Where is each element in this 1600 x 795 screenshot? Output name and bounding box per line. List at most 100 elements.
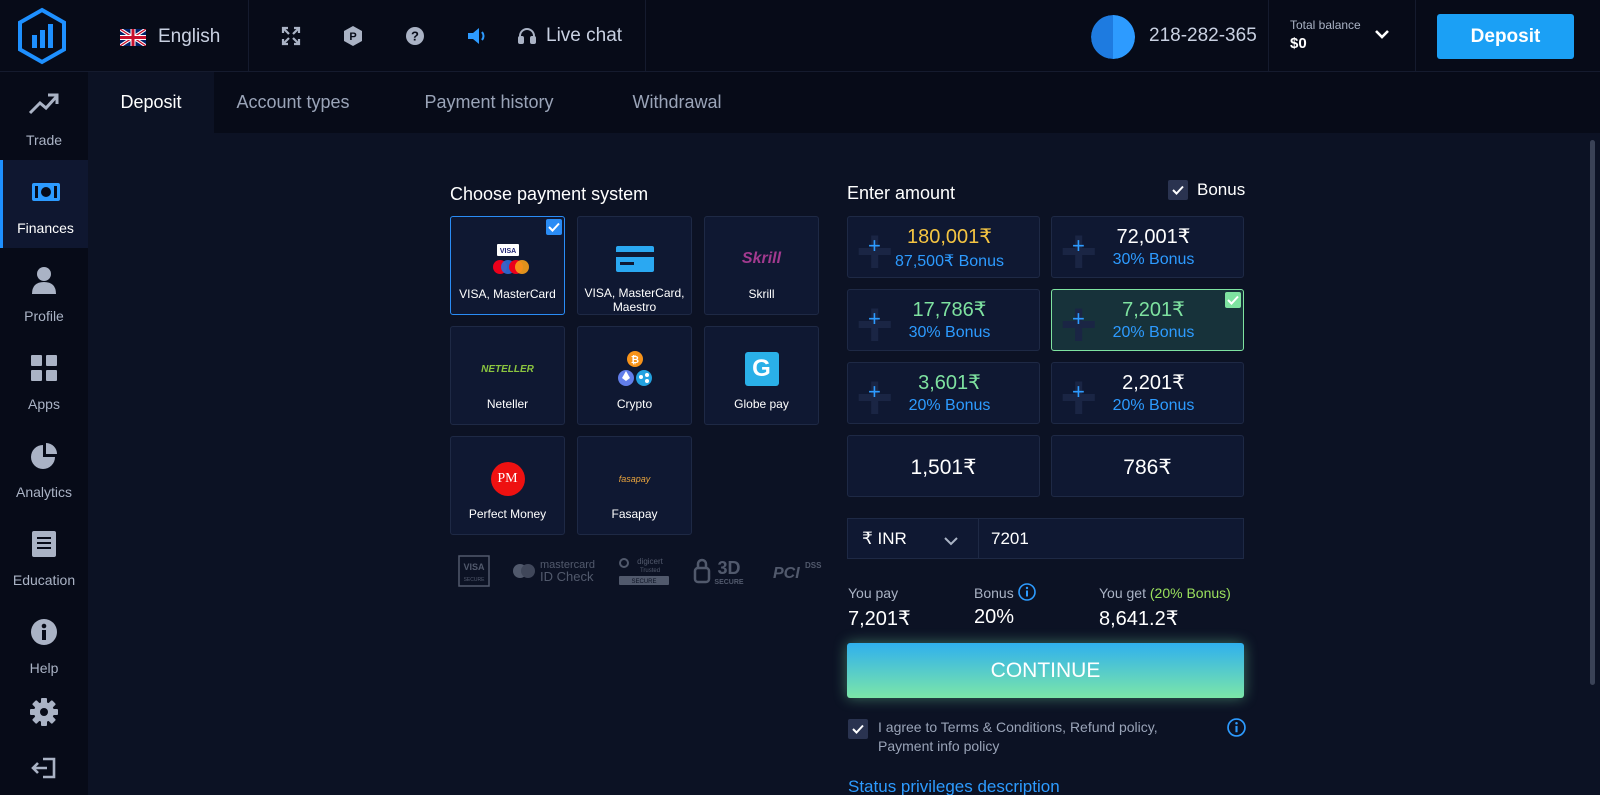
- check-icon: [546, 219, 562, 235]
- coin-icon[interactable]: P: [341, 24, 365, 48]
- svg-text:digicert: digicert: [637, 557, 664, 566]
- payment-neteller[interactable]: NETELLER Neteller: [450, 326, 565, 425]
- total-balance[interactable]: Total balance $0: [1290, 18, 1361, 52]
- amount-preset[interactable]: + +72,001₹ 30% Bonus: [1051, 216, 1244, 278]
- skrill-logo-icon: Skrill: [742, 235, 781, 283]
- sidebar-item-trade[interactable]: Trade: [0, 72, 88, 160]
- you-pay-label: You pay: [848, 585, 899, 601]
- divider: [1268, 0, 1269, 72]
- svg-text:Trusted: Trusted: [640, 568, 660, 574]
- payment-globe-pay[interactable]: G Globe pay: [704, 326, 819, 425]
- logout-icon[interactable]: [31, 756, 57, 785]
- scrollbar[interactable]: [1590, 140, 1595, 685]
- chevron-down-icon[interactable]: [1374, 27, 1390, 45]
- continue-button[interactable]: CONTINUE: [847, 643, 1244, 698]
- amount-preset[interactable]: + +7,201₹ 20% Bonus: [1051, 289, 1244, 351]
- book-icon: [31, 528, 57, 560]
- grid-icon: [30, 352, 58, 384]
- sidebar-item-help[interactable]: Help: [0, 600, 88, 688]
- help-icon[interactable]: ?: [403, 24, 427, 48]
- gear-icon[interactable]: [30, 698, 58, 731]
- digicert-icon: digicert Trusted SECURE: [617, 555, 671, 587]
- sidebar: Trade Finances Profile Apps Analytics Ed…: [0, 72, 88, 795]
- info-icon[interactable]: [1018, 583, 1036, 606]
- terms-checkbox[interactable]: [848, 719, 868, 739]
- logo-icon[interactable]: [16, 7, 68, 65]
- payment-method-name: Neteller: [486, 397, 529, 411]
- tab-deposit[interactable]: Deposit: [88, 72, 214, 133]
- amount-preset-value: 17,786₹: [912, 299, 987, 321]
- svg-text:DSS: DSS: [805, 561, 822, 570]
- amount-preset[interactable]: + +17,786₹ 30% Bonus: [847, 289, 1040, 351]
- perfect-money-logo-icon: PM: [490, 455, 525, 503]
- amount-preset-value: 2,201₹: [1122, 372, 1185, 394]
- deposit-button[interactable]: Deposit: [1437, 14, 1574, 59]
- fasapay-logo-text: fasapay: [618, 474, 651, 484]
- terms-agreement: I agree to Terms & Conditions, Refund po…: [848, 718, 1198, 756]
- payment-visa-mastercard[interactable]: VISA VISA, MasterCard: [450, 216, 565, 315]
- amount-preset[interactable]: + +3,601₹ 20% Bonus: [847, 362, 1040, 424]
- svg-text:3D: 3D: [718, 558, 741, 578]
- bonus-label: Bonus: [1197, 180, 1246, 199]
- tab-payment-history[interactable]: Payment history: [404, 72, 574, 133]
- globepay-logo-icon: G: [744, 345, 779, 393]
- divider: [1415, 0, 1416, 72]
- info-icon[interactable]: [1227, 718, 1246, 742]
- sidebar-item-finances[interactable]: Finances: [0, 160, 88, 248]
- amount-preset[interactable]: + +180,001₹ 87,500₹ Bonus: [847, 216, 1040, 278]
- uk-flag-icon: [120, 28, 146, 46]
- language-selector[interactable]: English: [120, 24, 220, 50]
- you-pay-value: 7,201₹: [848, 608, 911, 630]
- svg-text:SECURE: SECURE: [632, 579, 657, 585]
- pie-chart-icon: [30, 440, 58, 472]
- sidebar-item-label: Apps: [28, 396, 60, 412]
- payment-method-name: VISA, MasterCard, Maestro: [584, 286, 685, 314]
- sidebar-item-education[interactable]: Education: [0, 512, 88, 600]
- neteller-logo-icon: NETELLER: [481, 345, 534, 393]
- bonus-checkbox[interactable]: Bonus: [1168, 180, 1245, 200]
- neteller-logo-text: NETELLER: [481, 363, 534, 375]
- amount-input[interactable]: [979, 518, 1244, 559]
- sidebar-item-analytics[interactable]: Analytics: [0, 424, 88, 512]
- sidebar-item-apps[interactable]: Apps: [0, 336, 88, 424]
- banknote-icon: [31, 176, 61, 208]
- visa-mastercard-logo-icon: VISA: [486, 235, 530, 283]
- account-id: 218-282-365: [1149, 25, 1257, 46]
- payment-visa-mastercard-maestro[interactable]: VISA, MasterCard, Maestro: [577, 216, 692, 315]
- amount-preset[interactable]: 786₹: [1051, 435, 1244, 497]
- fullscreen-icon[interactable]: [279, 24, 303, 48]
- sidebar-item-label: Help: [29, 660, 59, 676]
- svg-text:SECURE: SECURE: [714, 579, 744, 586]
- payment-skrill[interactable]: Skrill Skrill: [704, 216, 819, 315]
- tab-account-types[interactable]: Account types: [223, 72, 363, 133]
- you-get-value: 8,641.2₹: [1099, 608, 1179, 630]
- sound-icon[interactable]: [465, 24, 489, 48]
- sidebar-item-profile[interactable]: Profile: [0, 248, 88, 336]
- amount-section-title: Enter amount: [847, 183, 956, 203]
- amount-preset[interactable]: + +2,201₹ 20% Bonus: [1051, 362, 1244, 424]
- amount-preset[interactable]: 1,501₹: [847, 435, 1040, 497]
- amount-preset-value: 1,501₹: [910, 456, 977, 479]
- svg-text:PCI: PCI: [773, 565, 800, 582]
- amount-preset-bonus: 30% Bonus: [1112, 251, 1195, 268]
- visa-logo-text: VISA: [499, 248, 515, 255]
- status-privileges-link[interactable]: Status privileges description: [848, 777, 1060, 795]
- live-chat-button[interactable]: Live chat: [518, 25, 622, 47]
- avatar[interactable]: [1091, 15, 1135, 59]
- payment-perfect-money[interactable]: PM Perfect Money: [450, 436, 565, 535]
- svg-text:₿: ₿: [630, 354, 638, 366]
- payment-fasapay[interactable]: fasapay Fasapay: [577, 436, 692, 535]
- payment-crypto[interactable]: ₿ Crypto: [577, 326, 692, 425]
- payment-method-name: Perfect Money: [468, 507, 547, 521]
- balance-value: $0: [1290, 35, 1307, 52]
- amount-preset-value: 72,001₹: [1116, 226, 1191, 248]
- divider: [248, 0, 249, 72]
- headset-icon: [518, 28, 536, 44]
- sidebar-item-label: Education: [12, 572, 76, 588]
- finance-tabs: Deposit Account types Payment history Wi…: [88, 72, 1600, 133]
- currency-select[interactable]: ₹ INR: [847, 518, 979, 559]
- svg-text:VISA: VISA: [463, 562, 485, 572]
- user-icon: [31, 264, 57, 296]
- chevron-down-icon: [944, 531, 958, 551]
- tab-withdrawal[interactable]: Withdrawal: [607, 72, 747, 133]
